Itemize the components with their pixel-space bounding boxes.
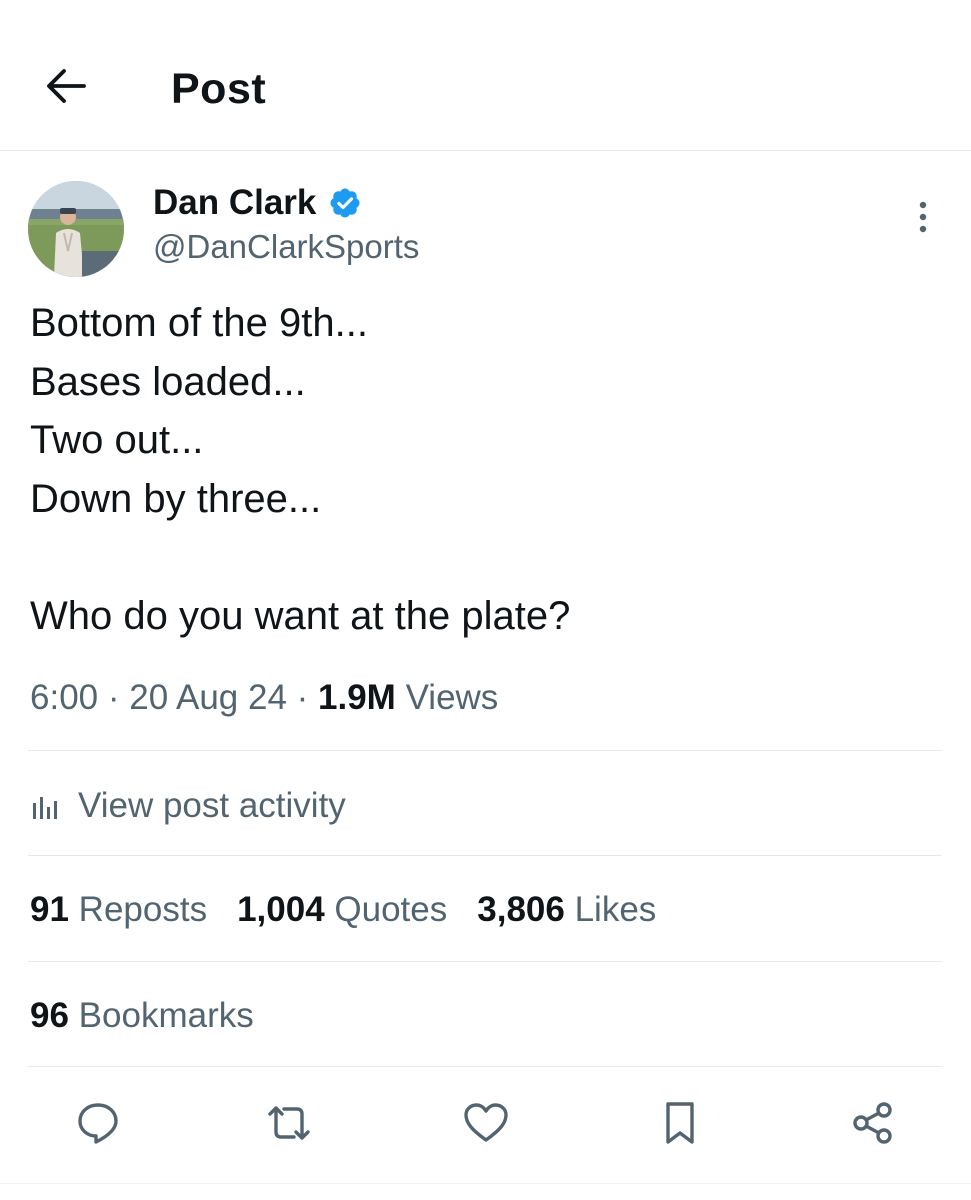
divider — [28, 961, 942, 962]
bookmarks-count: 96 — [30, 996, 69, 1035]
author-name[interactable]: Dan Clark — [153, 181, 316, 225]
view-post-activity-label: View post activity — [78, 786, 346, 825]
post-text: Bottom of the 9th... Bases loaded... Two… — [30, 294, 940, 645]
repost-button[interactable] — [264, 1100, 314, 1150]
quotes-label: Quotes — [334, 890, 448, 929]
divider — [0, 1183, 971, 1184]
bookmarks-label: Bookmarks — [78, 996, 254, 1035]
more-vertical-icon — [918, 200, 928, 239]
meta-separator: · — [107, 678, 120, 717]
post-line: Down by three... — [30, 476, 322, 521]
bookmarks-stat[interactable]: 96 Bookmarks — [30, 992, 254, 1040]
reply-icon — [75, 1100, 121, 1151]
likes-label: Likes — [574, 890, 657, 929]
bookmark-icon — [660, 1100, 700, 1151]
reply-button[interactable] — [73, 1100, 123, 1150]
author-handle[interactable]: @DanClarkSports — [153, 226, 419, 268]
heart-icon — [462, 1100, 510, 1151]
post-line — [30, 528, 940, 587]
bar-chart-icon — [30, 789, 64, 823]
quotes-stat[interactable]: 1,004 Quotes — [237, 890, 447, 930]
post-meta: 6:00 · 20 Aug 24 · 1.9M Views — [30, 676, 498, 720]
more-options-button[interactable] — [904, 196, 942, 242]
view-post-activity-link[interactable]: View post activity — [30, 782, 346, 830]
views-label: Views — [405, 678, 499, 717]
post-line: Bases loaded... — [30, 359, 306, 404]
divider — [28, 1066, 942, 1067]
meta-separator: · — [296, 678, 309, 717]
bookmark-button[interactable] — [655, 1100, 705, 1150]
top-bar: Post — [0, 0, 971, 151]
share-icon — [850, 1100, 896, 1151]
post-line: Who do you want at the plate? — [30, 593, 571, 638]
avatar[interactable] — [28, 181, 124, 277]
post-line: Bottom of the 9th... — [30, 301, 368, 345]
divider — [28, 750, 942, 751]
engagement-stats: 91 Reposts 1,004 Quotes 3,806 Likes — [30, 886, 686, 934]
post-time[interactable]: 6:00 — [30, 678, 98, 717]
verified-badge-icon — [328, 186, 362, 220]
reposts-stat[interactable]: 91 Reposts — [30, 890, 207, 930]
divider — [28, 855, 942, 856]
reposts-count: 91 — [30, 890, 69, 929]
arrow-left-icon — [45, 68, 87, 109]
repost-icon — [264, 1100, 314, 1151]
quotes-count: 1,004 — [237, 890, 325, 929]
views-count: 1.9M — [318, 678, 396, 717]
reposts-label: Reposts — [78, 890, 208, 929]
author-name-row: Dan Clark — [153, 180, 362, 226]
post-line: Two out... — [30, 418, 204, 462]
page-title: Post — [171, 65, 267, 113]
back-button[interactable] — [40, 64, 92, 112]
likes-stat[interactable]: 3,806 Likes — [477, 890, 656, 930]
like-button[interactable] — [461, 1100, 511, 1150]
share-button[interactable] — [848, 1100, 898, 1150]
likes-count: 3,806 — [477, 890, 565, 929]
post-date[interactable]: 20 Aug 24 — [129, 678, 287, 717]
